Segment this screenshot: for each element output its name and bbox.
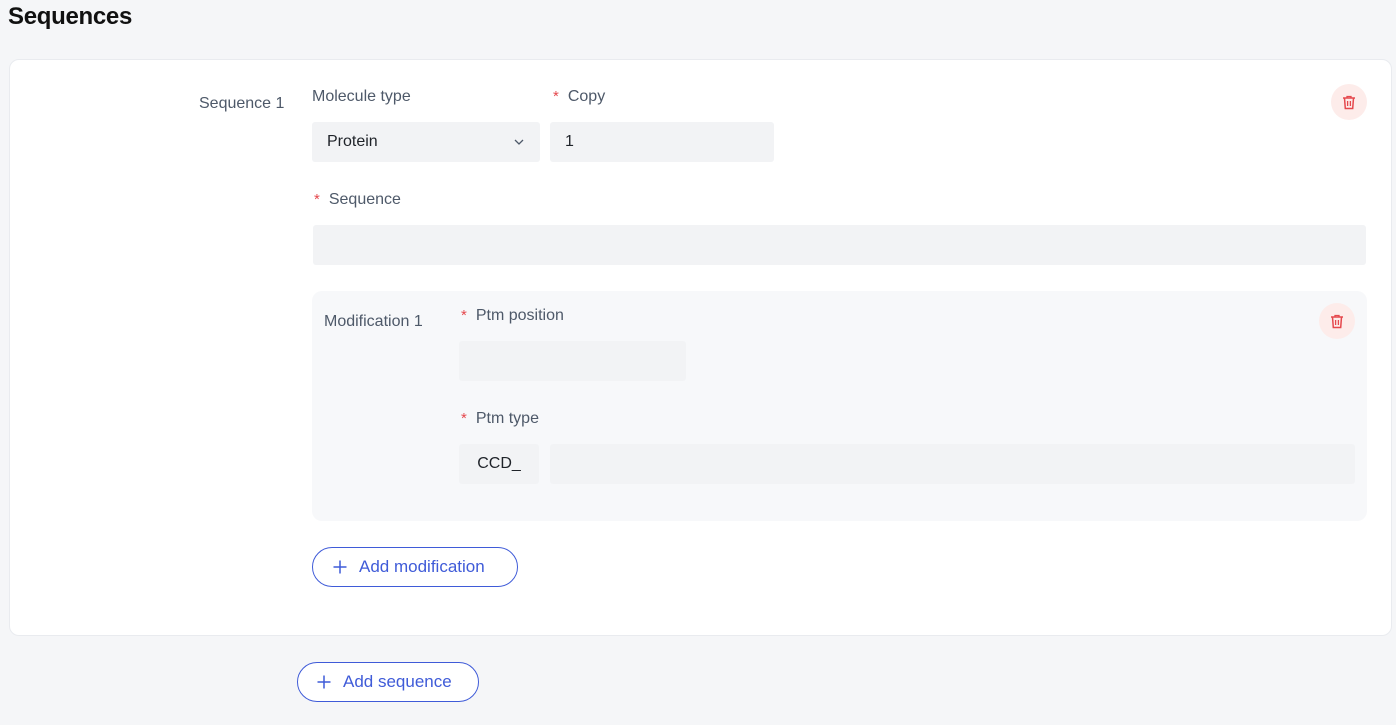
ptm-type-prefix: CCD_ bbox=[459, 444, 539, 484]
ptm-position-label: * Ptm position bbox=[461, 307, 564, 324]
trash-icon bbox=[1331, 314, 1343, 328]
molecule-type-label: Molecule type bbox=[312, 88, 411, 105]
sequence-input[interactable] bbox=[313, 225, 1366, 265]
required-mark: * bbox=[553, 88, 559, 105]
plus-icon bbox=[333, 560, 347, 574]
page-title: Sequences bbox=[8, 3, 133, 30]
trash-icon bbox=[1343, 95, 1355, 109]
copy-label: * Copy bbox=[553, 88, 606, 105]
copy-value: 1 bbox=[565, 133, 574, 150]
required-mark: * bbox=[314, 191, 320, 208]
sequence-card: Sequence 1 Molecule type * Copy Protein 1… bbox=[9, 59, 1392, 636]
copy-input[interactable]: 1 bbox=[550, 122, 774, 162]
ptm-position-input[interactable] bbox=[459, 341, 686, 381]
add-modification-button[interactable]: Add modification bbox=[312, 547, 518, 587]
required-mark: * bbox=[461, 307, 467, 324]
add-sequence-label: Add sequence bbox=[343, 672, 452, 691]
required-mark: * bbox=[461, 410, 467, 427]
plus-icon bbox=[317, 675, 331, 689]
molecule-type-select[interactable]: Protein bbox=[312, 122, 540, 162]
molecule-type-value: Protein bbox=[327, 133, 378, 150]
sequence-field-label: * Sequence bbox=[314, 191, 401, 208]
modification-panel: Modification 1 * Ptm position * Ptm type C… bbox=[312, 291, 1367, 521]
sequence-label: Sequence 1 bbox=[199, 95, 285, 112]
add-sequence-button[interactable]: Add sequence bbox=[297, 662, 479, 702]
ptm-type-label: * Ptm type bbox=[461, 410, 539, 427]
delete-sequence-button[interactable] bbox=[1331, 84, 1367, 120]
chevron-down-icon bbox=[514, 139, 524, 145]
modification-label: Modification 1 bbox=[324, 313, 423, 330]
ptm-type-input[interactable] bbox=[550, 444, 1355, 484]
add-modification-label: Add modification bbox=[359, 557, 485, 576]
delete-modification-button[interactable] bbox=[1319, 303, 1355, 339]
